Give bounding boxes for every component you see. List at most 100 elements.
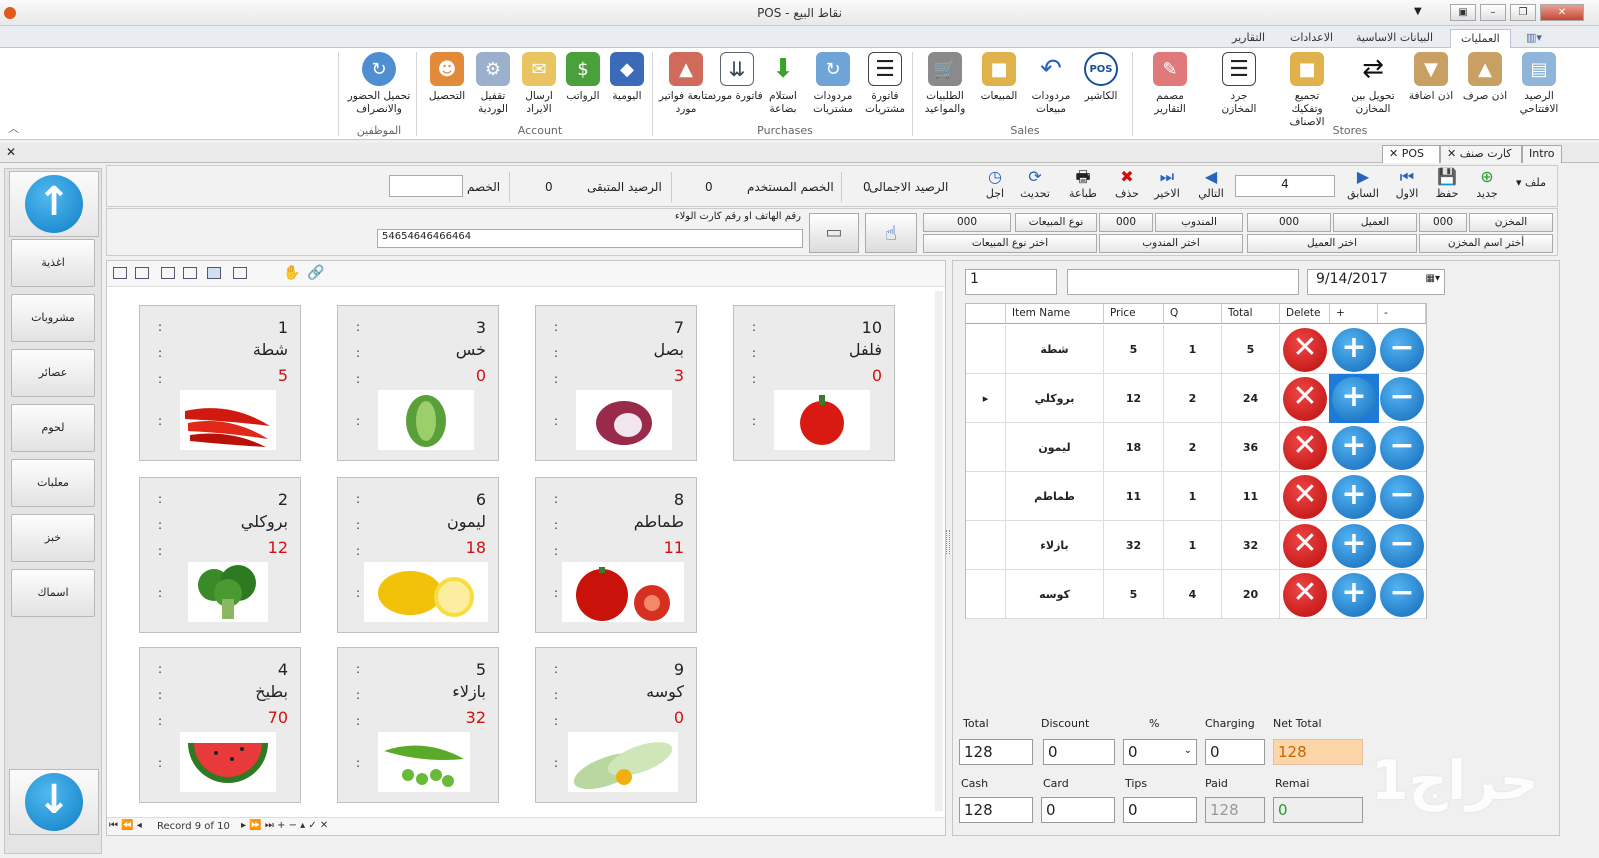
product-card[interactable]: 10 فلفل 0 :::: [733, 305, 895, 461]
sale-type-picker[interactable]: اختر نوع المبيعات [923, 234, 1097, 253]
increase-qty-button[interactable]: + [1332, 328, 1376, 372]
col-qty[interactable]: Q [1164, 304, 1222, 324]
decrease-qty-button[interactable]: − [1380, 573, 1424, 617]
increase-qty-button[interactable]: + [1332, 573, 1376, 617]
view-detail-icon[interactable] [233, 267, 247, 279]
view-columns-icon[interactable] [135, 267, 149, 279]
total-field[interactable]: 128 [959, 739, 1033, 765]
product-card[interactable]: 3 خس 0 :::: [337, 305, 499, 461]
product-card[interactable]: 4 بطيخ 70 :::: [139, 647, 301, 803]
view-grid-icon[interactable] [183, 267, 197, 279]
col-total[interactable]: Total [1222, 304, 1280, 324]
rep-picker[interactable]: اختر المندوب [1099, 234, 1243, 253]
new-button[interactable]: ⊕ جديد [1467, 167, 1507, 207]
close-tab-icon[interactable]: ✕ [1389, 147, 1402, 160]
link-icon[interactable]: 🔗 [307, 265, 324, 281]
tips-field[interactable]: 0 [1123, 797, 1197, 823]
view-rows-icon[interactable] [161, 267, 175, 279]
refresh-button[interactable]: ⟳ تحديث [1015, 167, 1055, 207]
panel-splitter[interactable] [946, 530, 950, 554]
tab-operations[interactable]: العمليات [1450, 29, 1511, 48]
fullscreen-button[interactable]: ▣ [1450, 4, 1476, 21]
next-button[interactable]: ◀ التالي [1191, 167, 1231, 207]
order-number-input[interactable]: 1 [965, 269, 1057, 295]
loyalty-card-button[interactable]: ▭ [809, 213, 859, 253]
product-card[interactable]: 6 ليمون 18 :::: [337, 477, 499, 633]
record-number-input[interactable]: 4 [1235, 175, 1335, 197]
cashier-button[interactable]: POS الكاشير [1074, 52, 1128, 126]
assemble-items-button[interactable]: ■ تجميع وتفكيك الاصناف [1280, 52, 1334, 128]
delete-row-button[interactable]: ✕ [1283, 328, 1327, 372]
view-tiles-icon[interactable] [113, 267, 127, 279]
decrease-qty-button[interactable]: − [1380, 328, 1424, 372]
delete-row-button[interactable]: ✕ [1283, 573, 1327, 617]
table-row[interactable]: ▸ بروكلي 12 2 24 ✕ + − [966, 374, 1426, 423]
col-plus[interactable]: + [1330, 304, 1378, 324]
delete-row-button[interactable]: ✕ [1283, 524, 1327, 568]
product-card[interactable]: 5 بازلاء 32 :::: [337, 647, 499, 803]
sales-button[interactable]: ■ المبيعات [972, 52, 1026, 126]
increase-qty-button[interactable]: + [1332, 426, 1376, 470]
print-button[interactable]: 🖶 طباعة [1063, 167, 1103, 207]
col-delete[interactable]: Delete [1280, 304, 1330, 324]
touch-keyboard-button[interactable]: ☝ [865, 213, 917, 253]
tab-item-card[interactable]: ✕ كارت صنف [1440, 145, 1522, 163]
previous-button[interactable]: ▶ السابق [1343, 167, 1383, 207]
cash-field[interactable]: 128 [959, 797, 1033, 823]
delete-row-button[interactable]: ✕ [1283, 475, 1327, 519]
delete-button[interactable]: ✖ حذف [1107, 167, 1147, 207]
col-item-name[interactable]: Item Name [1006, 304, 1104, 324]
collection-button[interactable]: ☻ التحصيل [420, 52, 474, 126]
supplier-invoices-tracking-button[interactable]: ▲ متابعة فواتير مورد [656, 52, 716, 126]
category-juices[interactable]: عصائر [11, 349, 95, 397]
order-note-input[interactable] [1067, 269, 1299, 295]
card-field[interactable]: 0 [1041, 797, 1115, 823]
category-canned[interactable]: معلبات [11, 459, 95, 507]
delete-row-button[interactable]: ✕ [1283, 426, 1327, 470]
store-picker[interactable]: أختر اسم المخزن [1419, 234, 1553, 253]
decrease-qty-button[interactable]: − [1380, 475, 1424, 519]
category-meat[interactable]: لحوم [11, 404, 95, 452]
sale-type-code[interactable]: 000 [923, 213, 1011, 232]
ribbon-layout-button[interactable]: ▥▾ [1516, 29, 1562, 48]
grid-scrollbar[interactable] [935, 291, 943, 811]
scroll-down-button[interactable]: ↓ [9, 769, 99, 835]
decrease-qty-button[interactable]: − [1380, 426, 1424, 470]
last-button[interactable]: ⏭ الاخير [1147, 167, 1187, 207]
category-bread[interactable]: خبز [11, 514, 95, 562]
supplier-invoice-button[interactable]: ⇊ فاتورة مورد [710, 52, 764, 126]
inventory-count-button[interactable]: ☰ جرد المخازن [1212, 52, 1266, 126]
close-shift-button[interactable]: ⚙ تقفيل الوردية [466, 52, 520, 126]
sales-returns-button[interactable]: ↶ مردودات مبيعات [1024, 52, 1078, 126]
orders-appointments-button[interactable]: 🛒 الطلبيات والمواعيد [918, 52, 972, 126]
product-card[interactable]: 9 كوسه 0 :::: [535, 647, 697, 803]
category-food[interactable]: اغذية [11, 239, 95, 287]
next-record-icon[interactable]: ▸ ⏩ ⏭ + − ▴ ✓ ✕ [241, 820, 328, 831]
close-all-icon[interactable]: ✕ [6, 145, 16, 159]
customer-code[interactable]: 000 [1247, 213, 1331, 232]
issue-permit-button[interactable]: ▲ اذن صرف [1458, 52, 1512, 126]
report-designer-button[interactable]: ✎ مصمم التقارير [1140, 52, 1200, 126]
pan-hand-icon[interactable]: ✋ [283, 265, 300, 281]
save-button[interactable]: 💾 حفظ [1427, 167, 1467, 207]
category-drinks[interactable]: مشروبات [11, 294, 95, 342]
table-row[interactable]: بازلاء 32 1 32 ✕ + − [966, 521, 1426, 570]
minimize-button[interactable]: – [1480, 4, 1506, 21]
add-permit-button[interactable]: ▼ اذن اضافة [1404, 52, 1458, 126]
product-card[interactable]: 8 طماطم 11 :::: [535, 477, 697, 633]
opening-balance-button[interactable]: ▤ الرصيد الافتتاحي [1512, 52, 1566, 126]
view-small-grid-icon[interactable] [207, 267, 221, 279]
discount-field[interactable]: 0 [1043, 739, 1115, 765]
tab-settings[interactable]: الاعدادات [1280, 29, 1343, 48]
receive-goods-button[interactable]: ⬇ استلام بضاعة [756, 52, 810, 126]
tab-reports[interactable]: التقارير [1222, 29, 1275, 48]
table-row[interactable]: شطة 5 1 5 ✕ + − [966, 325, 1426, 374]
tab-intro[interactable]: Intro [1522, 145, 1562, 163]
product-card[interactable]: 7 بصل 3 :::: [535, 305, 697, 461]
delete-row-button[interactable]: ✕ [1283, 377, 1327, 421]
store-code[interactable]: 000 [1419, 213, 1467, 232]
store-transfer-button[interactable]: ⇄ تحويل بين المخازن [1346, 52, 1400, 126]
col-price[interactable]: Price [1104, 304, 1164, 324]
help-chevron-icon[interactable]: ▼ [1414, 6, 1422, 17]
percent-select[interactable]: 0 ⌄ [1123, 739, 1197, 765]
